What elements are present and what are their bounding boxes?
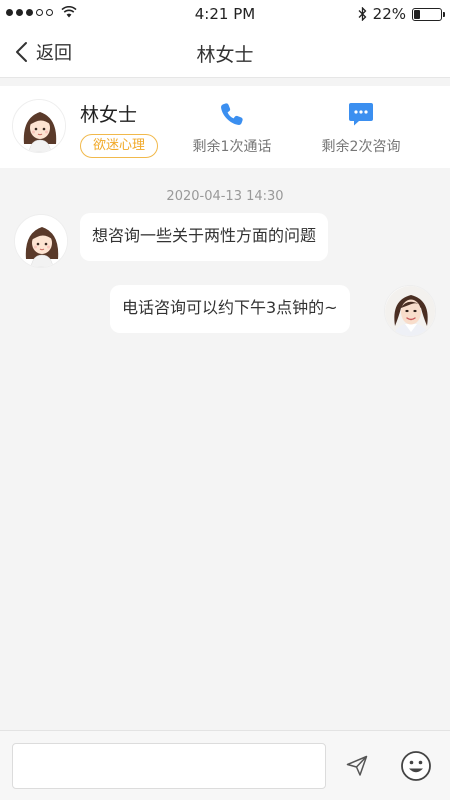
battery-percent: 22% (372, 5, 406, 23)
client-avatar[interactable] (12, 99, 66, 153)
chat-bubble-icon (349, 103, 373, 126)
girl-avatar-icon (13, 100, 65, 152)
message-composer (0, 730, 450, 800)
profile-header: 林女士 欲迷心理 剩余1次通话 剩余2次咨询 (0, 86, 450, 168)
consultant-avatar[interactable] (384, 285, 436, 337)
battery-icon (412, 7, 445, 21)
status-right: 22% (358, 5, 445, 23)
message-bubble-incoming[interactable]: 想咨询一些关于两性方面的问题 (80, 213, 329, 261)
chat-timestamp: 2020-04-13 14:30 (166, 189, 284, 204)
client-avatar[interactable] (14, 214, 68, 268)
client-name: 林女士 (80, 104, 138, 126)
battery-level (414, 9, 420, 19)
phone-icon (221, 103, 243, 125)
call-remaining-label: 剩余1次通话 (192, 139, 272, 155)
girl-avatar-icon (15, 215, 67, 267)
consultant-photo (385, 286, 435, 336)
back-button[interactable]: 返回 (14, 39, 72, 65)
chevron-left-icon (16, 42, 27, 62)
message-bubble-outgoing[interactable]: 电话咨询可以约下午3点钟的~ (110, 285, 350, 333)
message-input[interactable] (12, 743, 326, 789)
nav-bar: 返回 林女士 (0, 28, 450, 78)
call-remaining-button[interactable]: 剩余1次通话 (190, 100, 274, 156)
send-icon[interactable] (345, 754, 369, 778)
chat-screen: 4:21 PM 22% 返回 林女士 林女士 欲迷心理 剩余1次通话 剩余2次咨… (0, 0, 450, 800)
consult-remaining-label: 剩余2次咨询 (321, 139, 401, 155)
client-tag-badge: 欲迷心理 (80, 134, 159, 158)
back-label: 返回 (36, 43, 72, 64)
emoji-icon[interactable] (400, 750, 432, 782)
consult-remaining-button[interactable]: 剩余2次咨询 (318, 100, 404, 156)
bluetooth-icon (358, 7, 367, 21)
status-bar: 4:21 PM 22% (0, 0, 450, 28)
